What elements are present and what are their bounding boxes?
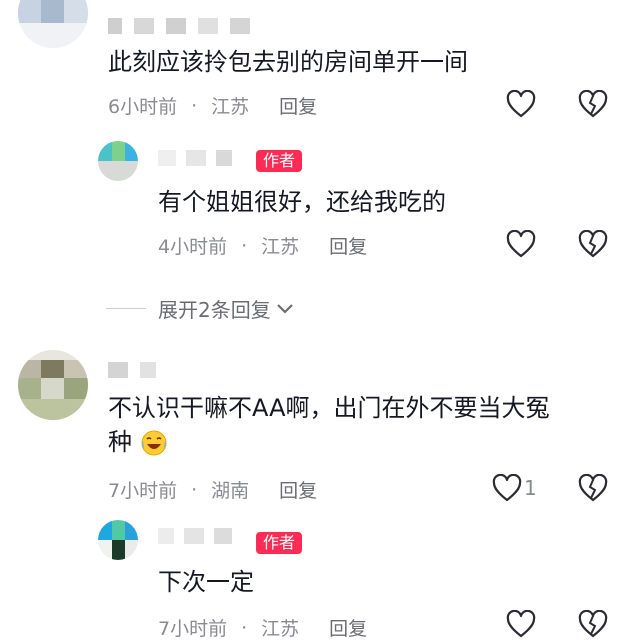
reply-button[interactable]: 回复 [329,232,367,259]
username-blurred[interactable] [158,528,232,544]
comment-text-continued: 种 [108,428,132,456]
expand-divider [106,308,146,309]
comment-text-line2: 种 [108,426,168,458]
chevron-down-icon [276,303,293,314]
broken-heart-icon[interactable] [578,474,608,502]
broken-heart-icon[interactable] [578,230,608,258]
comment-location: 江苏 [211,96,250,118]
reply-button[interactable]: 回复 [279,476,317,503]
reply-avatar[interactable] [98,520,138,560]
reply-button[interactable]: 回复 [279,92,317,119]
reply-button[interactable]: 回复 [329,614,367,641]
reply-avatar[interactable] [98,141,138,181]
reply-meta: 7小时前 · 江苏 回复 [158,614,367,641]
heart-outline-icon[interactable] [492,474,522,502]
reply-time: 7小时前 [158,618,228,640]
comment-text: 不认识干嘛不AA啊，出门在外不要当大冤 [108,394,550,422]
author-tag: 作者 [256,150,303,172]
heart-outline-icon[interactable] [506,230,536,258]
avatar[interactable] [18,350,88,420]
comment-location: 湖南 [211,480,250,502]
avatar[interactable] [18,0,88,48]
username-blurred[interactable] [108,18,250,34]
meta-separator: · [191,478,198,501]
comment-time: 6小时前 [108,96,178,118]
broken-heart-icon[interactable] [578,610,608,638]
heart-outline-icon[interactable] [506,610,536,638]
reply-text: 下次一定 [158,568,254,596]
reply-meta: 4小时前 · 江苏 回复 [158,232,367,259]
expand-replies-label: 展开2条回复 [158,298,271,322]
comment-meta: 6小时前 · 江苏 回复 [108,92,317,119]
heart-outline-icon[interactable] [506,90,536,118]
laughing-crying-emoji [141,430,167,456]
broken-heart-icon[interactable] [578,90,608,118]
reply-time: 4小时前 [158,236,228,258]
reply-location: 江苏 [261,236,300,258]
comment-time: 7小时前 [108,480,178,502]
comment-text: 此刻应该拎包去别的房间单开一间 [108,48,468,76]
reply-location: 江苏 [261,618,300,640]
author-tag: 作者 [256,532,303,554]
comment-meta: 7小时前 · 湖南 回复 [108,476,317,503]
username-blurred[interactable] [158,150,232,166]
meta-separator: · [241,234,248,257]
like-count: 1 [524,476,537,500]
meta-separator: · [241,616,248,639]
expand-replies-button[interactable]: 展开2条回复 [106,294,295,323]
meta-separator: · [191,94,198,117]
username-blurred[interactable] [108,362,156,378]
reply-text: 有个姐姐很好，还给我吃的 [158,188,446,216]
